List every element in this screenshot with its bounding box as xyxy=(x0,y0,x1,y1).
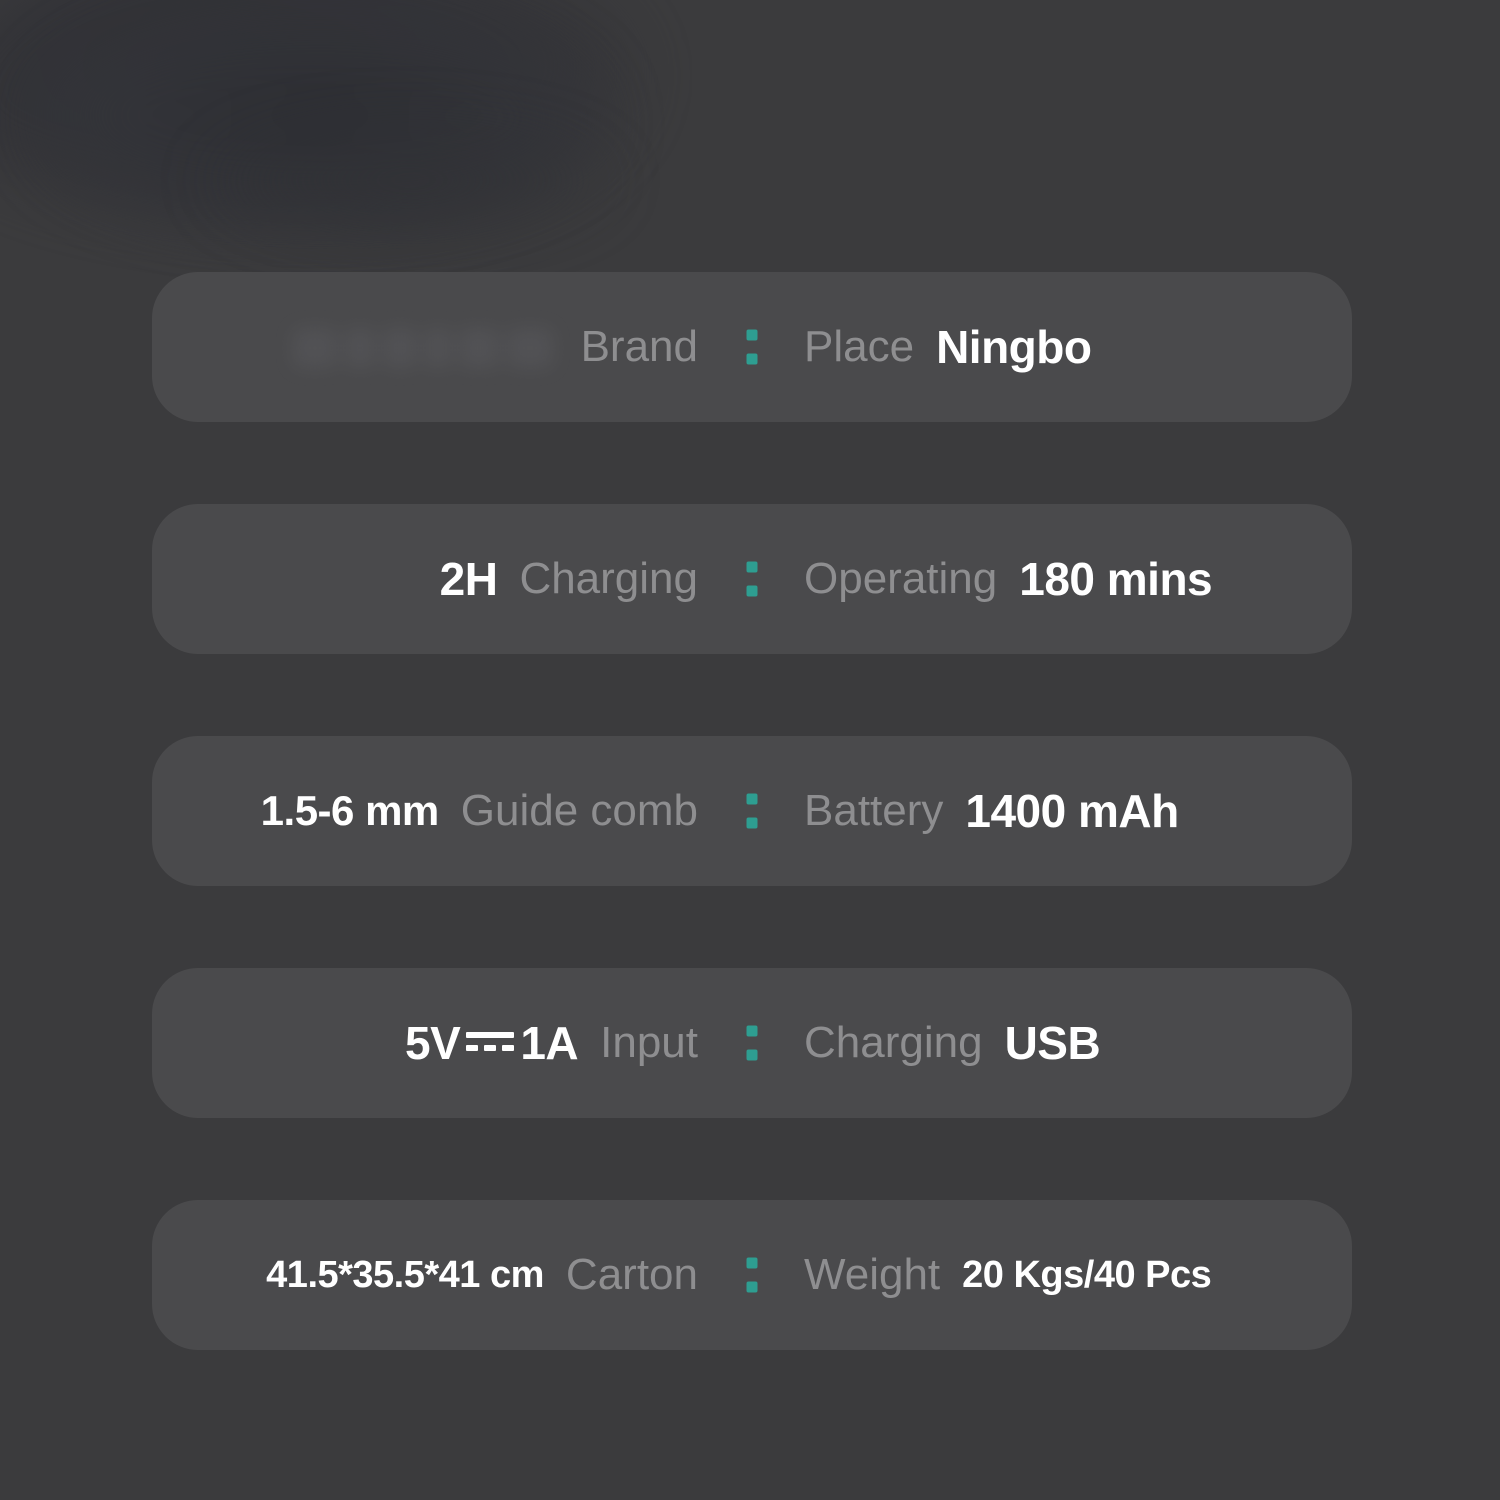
spec-right-group: Place Ningbo xyxy=(752,272,1352,422)
spec-row-input-charging: 5V 1A Input Charging USB xyxy=(152,968,1352,1118)
blurred-product-shape-secondary xyxy=(40,10,600,220)
spec-divider-icon xyxy=(746,561,758,597)
spec-divider-icon xyxy=(746,1257,758,1293)
spec-divider-icon xyxy=(746,793,758,829)
spec-label-charging: Charging xyxy=(519,554,698,603)
spec-divider-icon xyxy=(746,1025,758,1061)
spec-right-group: Charging USB xyxy=(752,968,1352,1118)
spec-label-guide-comb: Guide comb xyxy=(460,786,698,835)
spec-label-charging-method: Charging xyxy=(804,1018,983,1067)
dc-power-icon xyxy=(464,1031,516,1051)
spec-right-group: Operating 180 mins xyxy=(752,504,1352,654)
spec-value-place: Ningbo xyxy=(936,321,1092,373)
spec-left-group: 1.5-6 mm Guide comb xyxy=(152,736,752,886)
spec-label-battery: Battery xyxy=(804,786,944,835)
spec-row-carton-weight: 41.5*35.5*41 cm Carton Weight 20 Kgs/40 … xyxy=(152,1200,1352,1350)
spec-divider-icon xyxy=(746,329,758,365)
spec-value-battery: 1400 mAh xyxy=(965,785,1179,837)
spec-row-guidecomb-battery: 1.5-6 mm Guide comb Battery 1400 mAh xyxy=(152,736,1352,886)
spec-label-weight: Weight xyxy=(804,1250,941,1299)
spec-label-place: Place xyxy=(804,322,915,371)
spec-label-operating: Operating xyxy=(804,554,998,603)
spec-value-weight: 20 Kgs/40 Pcs xyxy=(962,1254,1212,1296)
spec-value-operating-time: 180 mins xyxy=(1019,553,1213,605)
spec-left-group: Brand xyxy=(152,272,752,422)
blurred-product-shape xyxy=(0,0,640,230)
spec-label-input: Input xyxy=(600,1018,698,1067)
brand-logo-redacted-icon xyxy=(287,316,559,378)
spec-label-carton: Carton xyxy=(565,1250,698,1299)
spec-left-group: 5V 1A Input xyxy=(152,968,752,1118)
spec-value-guide-comb: 1.5-6 mm xyxy=(260,787,440,834)
spec-row-charging-operating: 2H Charging Operating 180 mins xyxy=(152,504,1352,654)
spec-row-brand-place: Brand Place Ningbo xyxy=(152,272,1352,422)
spec-value-charging-time: 2H xyxy=(439,553,498,605)
blurred-product-shape-tertiary xyxy=(200,120,620,240)
spec-left-group: 2H Charging xyxy=(152,504,752,654)
spec-value-input-power: 5V 1A xyxy=(405,1017,579,1069)
spec-right-group: Weight 20 Kgs/40 Pcs xyxy=(752,1200,1352,1350)
spec-value-carton-size: 41.5*35.5*41 cm xyxy=(266,1254,544,1296)
spec-value-charging-method: USB xyxy=(1004,1017,1101,1069)
spec-value-input-current: 1A xyxy=(520,1017,579,1069)
spec-right-group: Battery 1400 mAh xyxy=(752,736,1352,886)
spec-value-input-voltage: 5V xyxy=(405,1017,461,1069)
spec-label-brand: Brand xyxy=(580,322,698,371)
specification-list: Brand Place Ningbo 2H Charging Operating… xyxy=(152,272,1352,1350)
spec-left-group: 41.5*35.5*41 cm Carton xyxy=(152,1200,752,1350)
